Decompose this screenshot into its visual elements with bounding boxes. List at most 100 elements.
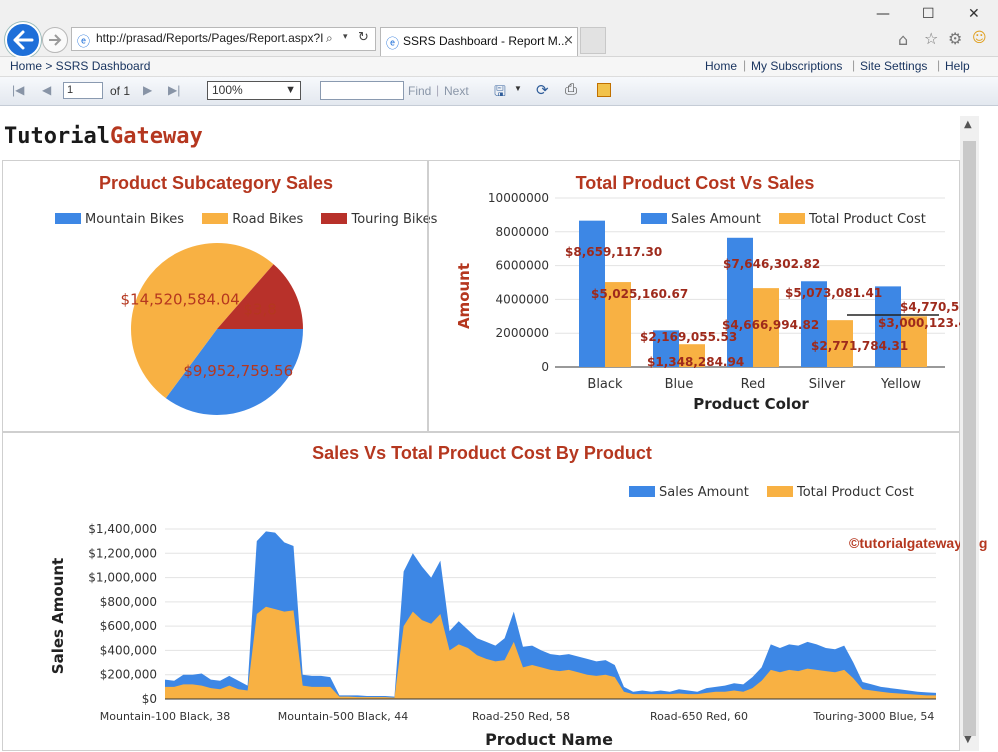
- print-icon[interactable]: ⎙: [565, 81, 577, 98]
- feedback-smiley-icon[interactable]: ☺: [972, 30, 987, 46]
- refresh-icon[interactable]: ↻: [358, 30, 369, 45]
- bar-chart-panel: Total Product Cost Vs Sales Sales Amount…: [428, 160, 961, 432]
- bar-data-label: $1,348,284.94: [647, 355, 744, 369]
- scroll-up-icon[interactable]: ▲: [964, 119, 972, 130]
- refresh-report-icon[interactable]: ⟳: [536, 81, 549, 99]
- y-tick-label: 4000000: [496, 292, 549, 306]
- pie-slice-label: $3,8: [243, 300, 276, 318]
- y-tick-label: 2000000: [496, 326, 549, 340]
- scrollbar-thumb[interactable]: [963, 141, 976, 736]
- find-input[interactable]: [320, 81, 404, 100]
- area-chart: $1,400,000 $1,200,000 $1,000,000 $800,000 $6…: [49, 522, 936, 749]
- next-link[interactable]: Next: [444, 84, 469, 98]
- y-tick-label: $1,200,000: [88, 546, 157, 560]
- x-tick-label: Mountain-500 Black, 44: [278, 710, 408, 723]
- dropdown-icon[interactable]: ▾: [343, 32, 348, 42]
- pie-slice-label: $9,952,759.56: [183, 362, 293, 380]
- maximize-button[interactable]: ☐: [922, 6, 935, 22]
- previous-page-icon[interactable]: ◀: [42, 83, 51, 97]
- export-icon[interactable]: 🖫: [494, 81, 506, 105]
- forward-button[interactable]: [42, 27, 68, 53]
- chevron-down-icon: ▼: [285, 84, 296, 96]
- y-tick-label: 0: [541, 360, 549, 374]
- bar-chart: 10000000 8000000 6000000 4000000 2000000 0 Bla…: [455, 191, 961, 413]
- browser-chrome: ⓔ http://prasad/Reports/Pages/Report.asp…: [0, 0, 998, 58]
- nav-divider: |: [937, 58, 941, 72]
- y-tick-label: $1,400,000: [88, 522, 157, 536]
- x-tick-label: Blue: [665, 377, 694, 392]
- ie-page-icon: ⓔ: [77, 35, 91, 50]
- bar-data-label: $7,646,302.82: [723, 257, 820, 271]
- x-tick-label: Road-250 Red, 58: [472, 710, 570, 723]
- zoom-value: 100%: [212, 83, 243, 97]
- first-page-icon[interactable]: |◀: [12, 83, 24, 97]
- zoom-select[interactable]: 100% ▼: [207, 81, 301, 100]
- x-tick-label: Red: [741, 377, 766, 392]
- x-tick-label: Mountain-100 Black, 38: [100, 710, 230, 723]
- x-tick-label: Road-650 Red, 60: [650, 710, 748, 723]
- tab-page-icon: ⓔ: [386, 37, 400, 52]
- search-icon[interactable]: ⌕: [326, 31, 333, 46]
- bar-data-label: $5,025,160.67: [591, 287, 688, 301]
- nav-divider: |: [743, 58, 747, 72]
- next-page-icon[interactable]: ▶: [143, 83, 152, 97]
- y-tick-label: 10000000: [488, 191, 549, 205]
- favorites-star-icon[interactable]: ☆: [924, 29, 938, 48]
- new-tab-button[interactable]: [580, 27, 606, 54]
- forward-arrow-icon: [49, 34, 62, 46]
- logo-part2: Gateway: [109, 124, 203, 149]
- settings-gear-icon[interactable]: ⚙: [948, 29, 962, 48]
- x-tick-label: Yellow: [880, 377, 921, 392]
- bar-data-label: $2,169,055.53: [640, 330, 737, 344]
- home-icon[interactable]: ⌂: [898, 30, 908, 49]
- page-of-label: of 1: [110, 84, 131, 98]
- pie-chart-panel: Product Subcategory Sales Mountain Bikes…: [2, 160, 437, 432]
- page-number-input[interactable]: 1: [63, 82, 103, 99]
- find-link[interactable]: Find: [408, 84, 431, 98]
- y-tick-label: 8000000: [496, 225, 549, 239]
- bar-data-label: $2,771,784.31: [811, 339, 908, 353]
- tab-title: SSRS Dashboard - Report M...: [403, 34, 568, 48]
- y-tick-label: $600,000: [100, 619, 157, 633]
- bar-data-label: $4,666,994.82: [722, 318, 819, 332]
- link-my-subscriptions[interactable]: My Subscriptions: [751, 59, 842, 73]
- link-site-settings[interactable]: Site Settings: [860, 59, 927, 73]
- back-arrow-icon: [13, 30, 34, 50]
- browser-tab[interactable]: ⓔ SSRS Dashboard - Report M... ×: [380, 27, 578, 56]
- y-axis-title: Amount: [455, 263, 473, 329]
- x-tick-label: Silver: [809, 377, 846, 392]
- y-tick-label: $800,000: [100, 595, 157, 609]
- link-help[interactable]: Help: [945, 59, 970, 73]
- back-button[interactable]: [5, 22, 41, 58]
- address-bar[interactable]: ⓔ http://prasad/Reports/Pages/Report.asp…: [71, 27, 376, 51]
- logo: TutorialGateway: [4, 124, 203, 149]
- report-body: TutorialGateway Product Subcategory Sale…: [0, 106, 987, 751]
- area-chart-panel: Sales Vs Total Product Cost By Product S…: [2, 432, 987, 751]
- report-toolbar: |◀ ◀ 1 of 1 ▶ ▶| 100% ▼ Find | Next 🖫 ▼ …: [0, 77, 998, 106]
- logo-part1: Tutorial: [4, 124, 110, 149]
- bar-data-label: $4,770,587.59: [900, 300, 961, 314]
- y-tick-label: $200,000: [100, 668, 157, 682]
- pie-slice-label: $14,520,584.04: [121, 290, 240, 308]
- y-tick-label: 6000000: [496, 259, 549, 273]
- y-tick-label: $0: [142, 692, 157, 706]
- x-axis-title: Product Color: [693, 395, 809, 413]
- link-home[interactable]: Home: [705, 59, 737, 73]
- minimize-button[interactable]: —: [876, 6, 890, 22]
- pie-chart: $9,952,759.56 $14,520,584.04$3,8: [121, 243, 303, 415]
- breadcrumb[interactable]: Home > SSRS Dashboard: [10, 59, 150, 73]
- y-tick-label: $400,000: [100, 643, 157, 657]
- y-tick-label: $1,000,000: [88, 571, 157, 585]
- x-tick-label: Black: [587, 377, 623, 392]
- bar-data-label: $8,659,117.30: [565, 245, 662, 259]
- bar-data-label: $5,073,081.41: [785, 286, 882, 300]
- address-text[interactable]: http://prasad/Reports/Pages/Report.aspx?…: [96, 31, 323, 45]
- x-axis-title: Product Name: [485, 730, 613, 749]
- y-axis-title: Sales Amount: [49, 558, 67, 674]
- data-feed-icon[interactable]: [597, 83, 611, 97]
- last-page-icon[interactable]: ▶|: [168, 83, 180, 97]
- toolbar-divider: |: [436, 83, 440, 97]
- tab-close-icon[interactable]: ×: [563, 33, 574, 48]
- export-dropdown-icon[interactable]: ▼: [514, 84, 522, 93]
- close-window-button[interactable]: ✕: [968, 6, 980, 22]
